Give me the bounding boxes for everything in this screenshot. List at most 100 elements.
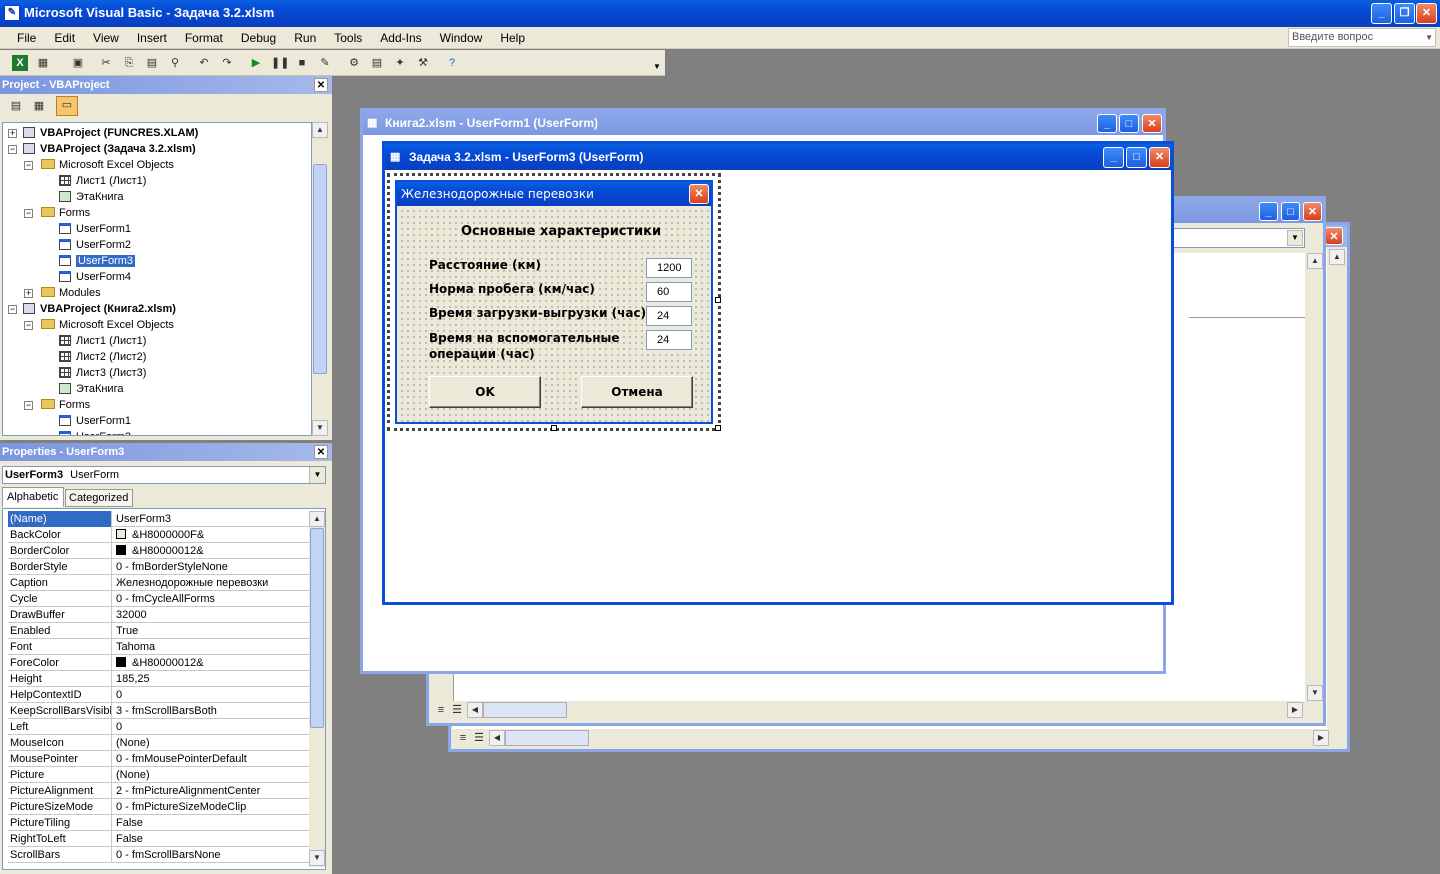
property-row[interactable]: Picture (None) bbox=[8, 767, 310, 783]
toggle-folders-icon[interactable]: ▭ bbox=[56, 96, 78, 116]
properties-window-icon[interactable]: ▤ bbox=[369, 55, 385, 71]
userform3-minimize-button[interactable]: _ bbox=[1103, 147, 1124, 168]
cw2-scroll-right-icon[interactable]: ▶ bbox=[1313, 730, 1329, 746]
menu-run[interactable]: Run bbox=[285, 31, 325, 45]
textbox-load-time[interactable]: 24 bbox=[646, 306, 692, 326]
property-value-cell[interactable]: False bbox=[114, 831, 310, 847]
property-value-cell[interactable]: &H80000012& bbox=[114, 655, 310, 671]
save-icon[interactable]: ▣ bbox=[70, 55, 86, 71]
menu-insert[interactable]: Insert bbox=[128, 31, 176, 45]
label-aux-time[interactable]: Время на вспомогательные операции (час) bbox=[429, 330, 629, 362]
tree-item[interactable]: VBAProject (Задача 3.2.xlsm) bbox=[23, 141, 196, 157]
property-value-cell[interactable]: 0 bbox=[114, 719, 310, 735]
restore-button[interactable]: ❐ bbox=[1394, 3, 1415, 24]
cw1-scroll-up-icon[interactable]: ▲ bbox=[1307, 253, 1323, 269]
full-module-view-icon[interactable]: ☰ bbox=[471, 730, 487, 746]
tree-toggle-icon[interactable]: + bbox=[8, 129, 17, 138]
cancel-button[interactable]: Отмена bbox=[581, 376, 693, 408]
scroll-down-icon[interactable]: ▼ bbox=[312, 420, 328, 436]
tree-item[interactable]: Лист1 (Лист1) bbox=[59, 173, 146, 189]
properties-scrollbar[interactable]: ▲ ▼ bbox=[309, 511, 325, 867]
textbox-distance[interactable]: 1200 bbox=[646, 258, 692, 278]
tree-item[interactable]: ЭтаКнига bbox=[59, 381, 123, 397]
project-tree-scrollbar[interactable]: ▲ ▼ bbox=[312, 122, 328, 436]
property-value-cell[interactable]: True bbox=[114, 623, 310, 639]
cw1-hscroll-thumb[interactable] bbox=[483, 702, 567, 718]
property-value-cell[interactable]: 0 bbox=[114, 687, 310, 703]
property-value-cell[interactable]: &H8000000F& bbox=[114, 527, 310, 543]
userform1-maximize-button[interactable]: □ bbox=[1119, 114, 1139, 133]
property-value-cell[interactable]: 185,25 bbox=[114, 671, 310, 687]
tree-item[interactable]: Microsoft Excel Objects bbox=[41, 157, 174, 173]
object-selector[interactable]: UserForm3 UserForm ▼ bbox=[2, 466, 326, 484]
property-row[interactable]: Enabled True bbox=[8, 623, 310, 639]
tree-toggle-icon[interactable]: − bbox=[24, 401, 33, 410]
tree-toggle-icon[interactable]: − bbox=[24, 321, 33, 330]
cw2-scroll-left-icon[interactable]: ◀ bbox=[489, 730, 505, 746]
userform1-minimize-button[interactable]: _ bbox=[1097, 114, 1117, 133]
cw1-scroll-down-icon[interactable]: ▼ bbox=[1307, 685, 1323, 701]
property-row[interactable]: Left 0 bbox=[8, 719, 310, 735]
code-window-1-maximize-button[interactable]: □ bbox=[1281, 202, 1300, 221]
code-window-1-hscroll[interactable]: ≡ ☰ ◀ ▶ bbox=[431, 701, 1323, 719]
property-value-cell[interactable]: 0 - fmScrollBarsNone bbox=[114, 847, 310, 863]
property-value-cell[interactable]: 32000 bbox=[114, 607, 310, 623]
label-run-rate[interactable]: Норма пробега (км/час) bbox=[429, 282, 595, 296]
tree-toggle-icon[interactable]: + bbox=[24, 289, 33, 298]
tree-item[interactable]: UserForm2 bbox=[59, 237, 131, 253]
property-row[interactable]: BorderColor &H80000012& bbox=[8, 543, 310, 559]
code-window-2-hscroll[interactable]: ≡ ☰ ◀ ▶ bbox=[453, 729, 1345, 747]
procedure-combo-dropdown-icon[interactable]: ▼ bbox=[1287, 230, 1303, 246]
designed-form-close-button[interactable]: ✕ bbox=[689, 184, 709, 204]
property-value-cell[interactable]: 0 - fmCycleAllForms bbox=[114, 591, 310, 607]
property-row[interactable]: (Name) UserForm3 bbox=[8, 511, 310, 527]
property-value-cell[interactable]: 0 - fmBorderStyleNone bbox=[114, 559, 310, 575]
code-window-2-close-button[interactable]: ✕ bbox=[1325, 227, 1343, 245]
toolbar-options-icon[interactable]: ▼ bbox=[653, 62, 661, 71]
tree-item[interactable]: UserForm4 bbox=[59, 269, 131, 285]
menu-view[interactable]: View bbox=[84, 31, 128, 45]
view-excel-icon[interactable]: X bbox=[12, 55, 28, 71]
property-value-cell[interactable]: 0 - fmMousePointerDefault bbox=[114, 751, 310, 767]
cw1-scroll-left-icon[interactable]: ◀ bbox=[467, 702, 483, 718]
property-value-cell[interactable]: (None) bbox=[114, 735, 310, 751]
tree-item[interactable]: Microsoft Excel Objects bbox=[41, 317, 174, 333]
property-row[interactable]: PictureSizeMode 0 - fmPictureSizeModeClip bbox=[8, 799, 310, 815]
tree-item[interactable]: Forms bbox=[41, 205, 90, 221]
code-window-1-vscroll[interactable]: ▲ ▼ bbox=[1307, 253, 1323, 701]
property-value-cell[interactable]: (None) bbox=[114, 767, 310, 783]
userform3-maximize-button[interactable]: □ bbox=[1126, 147, 1147, 168]
cw1-scroll-right-icon[interactable]: ▶ bbox=[1287, 702, 1303, 718]
designed-form[interactable]: Железнодорожные перевозки ✕ Основные хар… bbox=[395, 180, 713, 424]
ok-button[interactable]: OK bbox=[429, 376, 541, 408]
property-row[interactable]: HelpContextID 0 bbox=[8, 687, 310, 703]
props-scroll-up-icon[interactable]: ▲ bbox=[309, 511, 325, 527]
textbox-aux-time[interactable]: 24 bbox=[646, 330, 692, 350]
tree-toggle-icon[interactable]: − bbox=[8, 145, 17, 154]
property-row[interactable]: DrawBuffer 32000 bbox=[8, 607, 310, 623]
property-row[interactable]: ForeColor &H80000012& bbox=[8, 655, 310, 671]
property-value-cell[interactable]: 0 - fmPictureSizeModeClip bbox=[114, 799, 310, 815]
resize-handle-corner[interactable] bbox=[715, 425, 721, 431]
menu-edit[interactable]: Edit bbox=[45, 31, 84, 45]
tree-item[interactable]: VBAProject (Книга2.xlsm) bbox=[23, 301, 176, 317]
object-selector-dropdown-icon[interactable]: ▼ bbox=[309, 467, 325, 483]
property-value-cell[interactable]: &H80000012& bbox=[114, 543, 310, 559]
code-window-2-vscroll[interactable]: ▲ bbox=[1329, 249, 1345, 729]
menu-file[interactable]: File bbox=[8, 31, 45, 45]
userform1-close-button[interactable]: ✕ bbox=[1142, 114, 1162, 133]
run-icon[interactable]: ▶ bbox=[248, 55, 264, 71]
property-row[interactable]: MouseIcon (None) bbox=[8, 735, 310, 751]
project-explorer-icon[interactable]: ⚙ bbox=[346, 55, 362, 71]
property-row[interactable]: PictureAlignment 2 - fmPictureAlignmentCe… bbox=[8, 783, 310, 799]
redo-icon[interactable]: ↷ bbox=[219, 55, 235, 71]
tree-item[interactable]: UserForm2 bbox=[59, 429, 131, 435]
property-row[interactable]: RightToLeft False bbox=[8, 831, 310, 847]
tab-alphabetic[interactable]: Alphabetic bbox=[2, 487, 64, 507]
menu-debug[interactable]: Debug bbox=[232, 31, 285, 45]
tree-item[interactable]: UserForm1 bbox=[59, 221, 131, 237]
scroll-thumb[interactable] bbox=[313, 164, 327, 374]
userform3-window[interactable]: ▦ Задача 3.2.xlsm - UserForm3 (UserForm)… bbox=[382, 141, 1174, 605]
help-icon[interactable]: ? bbox=[444, 55, 460, 71]
property-value-cell[interactable]: 3 - fmScrollBarsBoth bbox=[114, 703, 310, 719]
